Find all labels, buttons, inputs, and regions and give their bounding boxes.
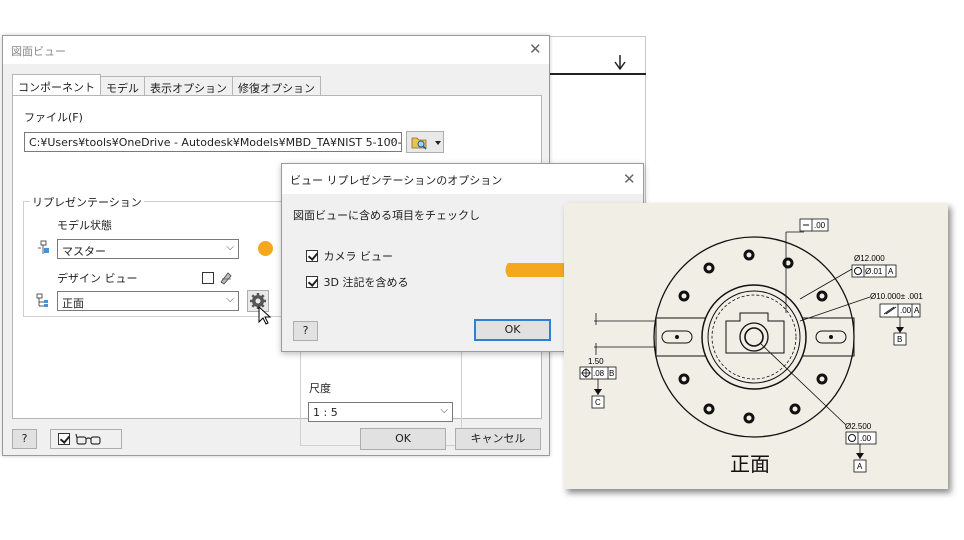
- scale-combo[interactable]: 1 : 5 ⌵: [308, 402, 453, 422]
- ok-button[interactable]: OK: [360, 428, 446, 450]
- design-view-value: 正面: [62, 297, 84, 310]
- design-view-associative-checkbox[interactable]: [202, 272, 214, 284]
- design-view-label: デザイン ビュー: [57, 272, 138, 285]
- include-3d-annotations-option[interactable]: 3D 注記を含める: [306, 274, 408, 290]
- datum-c: C: [595, 398, 601, 407]
- camera-view-label: カメラ ビュー: [323, 250, 394, 263]
- browse-file-button[interactable]: [406, 131, 444, 153]
- tab-strip: コンポーネント モデル 表示オプション 修復オプション: [12, 74, 321, 96]
- datum-b: B: [897, 335, 902, 344]
- camera-view-option[interactable]: カメラ ビュー: [306, 248, 393, 264]
- close-icon[interactable]: ✕: [529, 42, 542, 57]
- sub-dialog-title-bar: ビュー リプレゼンテーションのオプション ✕: [282, 164, 643, 194]
- model-state-value: マスター: [62, 245, 106, 258]
- drawing-border-line: [548, 73, 646, 75]
- fcf-left-datum-ref: B: [609, 369, 614, 378]
- scale-value: 1 : 5: [313, 406, 338, 419]
- tab-recovery-options[interactable]: 修復オプション: [232, 76, 321, 96]
- tab-display-options[interactable]: 表示オプション: [144, 76, 233, 96]
- dim-d12: Ø12.000: [854, 254, 885, 263]
- model-state-label: モデル状態: [57, 219, 112, 232]
- sub-dialog-title: ビュー リプレゼンテーションのオプション: [290, 174, 503, 187]
- highlight-dot: [258, 241, 273, 256]
- chevron-down-icon: ⌵: [389, 135, 397, 146]
- top-fcf-value: .00: [814, 221, 826, 230]
- design-view-icon: [36, 293, 48, 307]
- design-view-combo[interactable]: 正面 ⌵: [57, 291, 239, 311]
- preview-toggle[interactable]: [50, 429, 122, 449]
- mouse-cursor-icon: [258, 306, 272, 325]
- dim-left: 1.50: [588, 357, 604, 366]
- close-icon[interactable]: ✕: [623, 172, 636, 187]
- view-label: 正面: [730, 452, 770, 476]
- fcf-d12-datum-ref: A: [888, 267, 894, 276]
- fcf-d10-value: .00: [900, 306, 912, 315]
- model-state-icon: [38, 240, 49, 254]
- fcf-left-value: .08: [593, 369, 605, 378]
- dim-d2-5: Ø2.500: [845, 422, 872, 431]
- sub-ok-button[interactable]: OK: [474, 319, 551, 341]
- chevron-down-icon: ⌵: [440, 405, 448, 416]
- file-label: ファイル(F): [24, 111, 83, 124]
- drawing-preview-panel: .00 Ø12.000 Ø.01 A Ø10.000± .001 .00 A B…: [564, 203, 948, 489]
- preview-checkbox[interactable]: [58, 433, 70, 445]
- tab-component[interactable]: コンポーネント: [12, 74, 101, 96]
- pencil-glasses-icon: [220, 272, 232, 285]
- front-view-drawing: .00 Ø12.000 Ø.01 A Ø10.000± .001 .00 A B…: [579, 218, 923, 476]
- fcf-d2-5-value: .00: [860, 434, 872, 443]
- fcf-d10-datum-ref: A: [914, 306, 920, 315]
- tab-model[interactable]: モデル: [100, 76, 145, 96]
- cancel-button[interactable]: キャンセル: [455, 428, 541, 450]
- dialog-title-bar: 図面ビュー ✕: [3, 36, 549, 64]
- file-path-combo[interactable]: C:¥Users¥tools¥OneDrive - Autodesk¥Model…: [24, 132, 402, 152]
- folder-search-icon: [411, 137, 441, 150]
- sub-instruction: 図面ビューに含める項目をチェックし: [293, 209, 480, 222]
- dialog-title: 図面ビュー: [11, 45, 66, 58]
- dim-d10: Ø10.000± .001: [870, 292, 923, 301]
- help-button[interactable]: ?: [12, 429, 37, 449]
- chevron-down-icon: ⌵: [226, 242, 234, 253]
- scale-label: 尺度: [309, 382, 331, 395]
- surface-symbol-icon: [614, 55, 626, 71]
- datum-a: A: [857, 462, 863, 471]
- fcf-d12-value: Ø.01: [865, 267, 883, 276]
- file-path-value: C:¥Users¥tools¥OneDrive - Autodesk¥Model…: [29, 136, 401, 149]
- include-3d-annotations-checkbox[interactable]: [306, 276, 318, 288]
- model-state-combo[interactable]: マスター ⌵: [57, 239, 239, 259]
- camera-view-checkbox[interactable]: [306, 250, 318, 262]
- representation-group-caption: リプレゼンテーション: [30, 194, 144, 210]
- glasses-icon: [75, 433, 101, 445]
- chevron-down-icon: ⌵: [226, 294, 234, 305]
- include-3d-annotations-label: 3D 注記を含める: [323, 276, 409, 289]
- sub-help-button[interactable]: ?: [293, 321, 318, 341]
